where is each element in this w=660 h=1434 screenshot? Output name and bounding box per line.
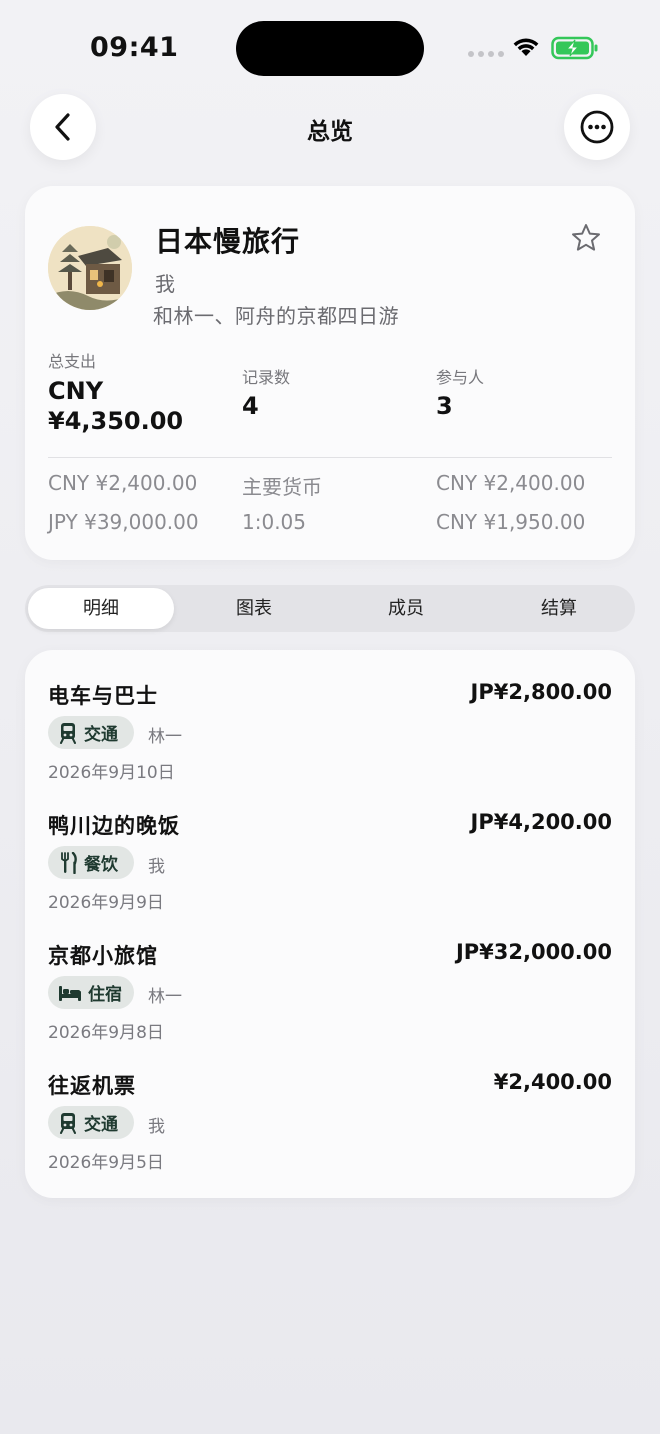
currency-converted-cny: CNY ¥2,400.00 — [436, 471, 586, 495]
status-time: 09:41 — [90, 32, 179, 63]
category-label: 餐饮 — [84, 855, 118, 875]
total-expense-label: 总支出 — [48, 352, 97, 371]
expense-row[interactable]: 京都小旅馆 JP¥32,000.00 住宿 林一 2026年9月8日 — [48, 910, 612, 1043]
fork-knife-icon — [61, 851, 77, 874]
bed-icon — [59, 985, 81, 1001]
expense-payer: 我 — [148, 1117, 165, 1137]
expense-list: 电车与巴士 JP¥2,800.00 交通 林一 2026年9月10日 鸭川边的晚… — [25, 650, 635, 1198]
expense-amount: ¥2,400.00 — [493, 1070, 612, 1094]
expense-amount: JP¥2,800.00 — [470, 680, 612, 704]
expense-title: 京都小旅馆 — [48, 944, 158, 968]
category-chip: 交通 — [48, 716, 134, 749]
category-chip: 餐饮 — [48, 846, 134, 879]
trip-description: 和林一、阿舟的京都四日游 — [153, 304, 399, 328]
cellular-signal-icon — [468, 51, 504, 57]
expense-title: 电车与巴士 — [48, 684, 158, 708]
page-title: 总览 — [307, 119, 353, 145]
total-expense-amount: ¥4,350.00 — [48, 407, 184, 435]
currency-total-cny: CNY ¥2,400.00 — [48, 471, 198, 495]
tab-charts[interactable]: 图表 — [181, 588, 327, 629]
expense-amount: JP¥4,200.00 — [470, 810, 612, 834]
records-count-label: 记录数 — [242, 368, 291, 387]
expense-amount: JP¥32,000.00 — [455, 940, 612, 964]
category-chip: 住宿 — [48, 976, 134, 1009]
star-icon[interactable] — [570, 222, 602, 254]
exchange-rate: 1:0.05 — [242, 510, 306, 534]
expense-title: 往返机票 — [48, 1074, 136, 1098]
currency-total-jpy: JPY ¥39,000.00 — [48, 510, 199, 534]
category-label: 交通 — [84, 725, 118, 745]
view-tabs: 明细 图表 成员 结算 — [25, 585, 635, 632]
expense-payer: 我 — [148, 857, 165, 877]
category-label: 交通 — [84, 1115, 118, 1135]
total-expense-currency: CNY — [48, 377, 104, 405]
category-label: 住宿 — [88, 985, 122, 1005]
tab-settlement[interactable]: 结算 — [486, 588, 632, 629]
primary-currency-label: 主要货币 — [242, 475, 322, 499]
divider — [48, 457, 612, 458]
status-bar: 09:41 — [0, 0, 660, 92]
battery-icon — [551, 36, 598, 60]
currency-converted-jpy: CNY ¥1,950.00 — [436, 510, 586, 534]
expense-title: 鸭川边的晚饭 — [48, 814, 180, 838]
ellipsis-circle-icon — [580, 110, 614, 144]
records-count-value: 4 — [242, 392, 259, 420]
members-count-value: 3 — [436, 392, 453, 420]
train-icon — [60, 1112, 76, 1134]
members-count-label: 参与人 — [436, 368, 485, 387]
trip-summary-card: 日本慢旅行 我 和林一、阿舟的京都四日游 总支出 CNY ¥4,350.00 记… — [25, 186, 635, 560]
more-options-button[interactable] — [564, 94, 630, 160]
expense-row[interactable]: 鸭川边的晚饭 JP¥4,200.00 餐饮 我 2026年9月9日 — [48, 780, 612, 913]
expense-payer: 林一 — [148, 727, 182, 747]
trip-cover-image — [48, 226, 132, 310]
expense-payer: 林一 — [148, 987, 182, 1007]
trip-name: 日本慢旅行 — [155, 225, 301, 258]
tab-members[interactable]: 成员 — [333, 588, 479, 629]
category-chip: 交通 — [48, 1106, 134, 1139]
train-icon — [60, 722, 76, 744]
expense-date: 2026年9月5日 — [48, 1153, 164, 1173]
wifi-icon — [513, 38, 539, 56]
dynamic-island — [236, 21, 424, 76]
trip-owner: 我 — [155, 272, 175, 296]
expense-row[interactable]: 往返机票 ¥2,400.00 交通 我 2026年9月5日 — [48, 1040, 612, 1173]
tab-details[interactable]: 明细 — [28, 588, 174, 629]
expense-row[interactable]: 电车与巴士 JP¥2,800.00 交通 林一 2026年9月10日 — [48, 650, 612, 783]
